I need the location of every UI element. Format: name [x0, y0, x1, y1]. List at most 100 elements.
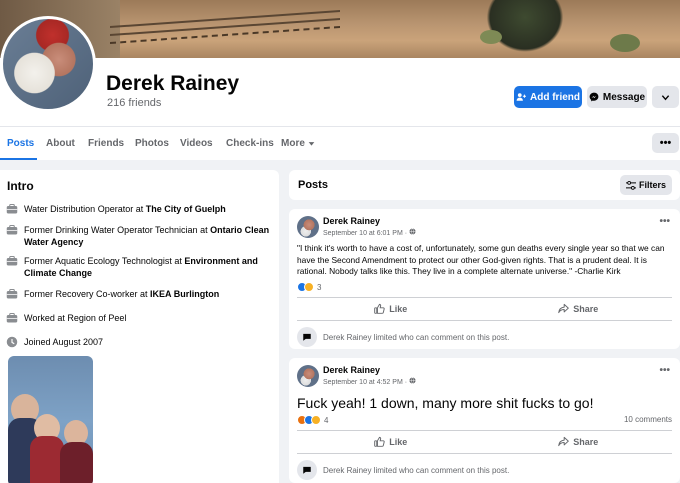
post-options-button[interactable]: ••• — [659, 365, 670, 376]
post-author-avatar[interactable] — [297, 365, 319, 387]
globe-icon — [409, 228, 416, 235]
share-label: Share — [573, 436, 599, 447]
briefcase-icon — [6, 203, 18, 214]
post-timestamp[interactable]: September 10 at 4:52 PM · — [323, 377, 416, 386]
message-button[interactable]: Message — [587, 86, 647, 108]
post-actions: Like Share — [297, 430, 672, 452]
posts-title: Posts — [298, 179, 328, 191]
comment-restriction-text: Derek Rainey limited who can comment on … — [323, 332, 510, 342]
post-date-text: September 10 at 4:52 PM · — [323, 379, 409, 386]
chevron-down-icon — [661, 94, 670, 100]
tab-more[interactable]: More — [281, 138, 315, 149]
photo-child — [60, 442, 93, 483]
post-author-name[interactable]: Derek Rainey — [323, 216, 380, 226]
intro-item: Former Aquatic Ecology Technologist at E… — [6, 255, 272, 279]
intro-item: Water Distribution Operator at The City … — [6, 203, 272, 215]
post-timestamp[interactable]: September 10 at 6:01 PM · — [323, 228, 416, 237]
cover-bush — [480, 30, 502, 44]
briefcase-icon — [6, 288, 18, 299]
tabs-more-options-button[interactable]: ••• — [652, 133, 679, 153]
briefcase-icon — [6, 224, 18, 235]
add-friend-button[interactable]: Add friend — [514, 86, 582, 108]
briefcase-icon — [6, 312, 18, 323]
thumbs-up-icon — [374, 303, 385, 314]
haha-reaction-icon — [311, 415, 321, 425]
like-label: Like — [389, 436, 408, 447]
featured-photo[interactable] — [8, 356, 93, 483]
tab-videos[interactable]: Videos — [180, 138, 213, 149]
post-reactions[interactable]: 4 — [297, 415, 328, 425]
message-label: Message — [602, 91, 646, 103]
profile-more-button[interactable] — [652, 86, 679, 108]
cover-bush — [610, 34, 640, 52]
intro-item-text: Former Drinking Water Operator Technicia… — [24, 225, 211, 235]
add-friend-label: Add friend — [530, 91, 580, 103]
clock-icon — [6, 336, 18, 348]
messenger-icon — [589, 92, 599, 102]
post-reactions[interactable]: 3 — [297, 282, 321, 292]
post-card: Derek Rainey September 10 at 6:01 PM · •… — [289, 209, 680, 349]
intro-item-text: Former Aquatic Ecology Technologist at — [24, 256, 185, 266]
tab-posts[interactable]: Posts — [7, 138, 34, 149]
share-icon — [558, 303, 570, 314]
tab-more-label: More — [281, 138, 305, 149]
intro-item: Former Recovery Co-worker at IKEA Burlin… — [6, 288, 272, 300]
photo-child — [30, 436, 64, 483]
intro-card: Intro Water Distribution Operator at The… — [0, 170, 279, 483]
share-icon — [558, 436, 570, 447]
post-card: Derek Rainey September 10 at 4:52 PM · •… — [289, 358, 680, 483]
intro-item-link[interactable]: The City of Guelph — [146, 204, 226, 214]
post-text: Fuck yeah! 1 down, many more shit fucks … — [297, 395, 594, 411]
cover-photo[interactable] — [0, 0, 680, 58]
intro-item: Former Drinking Water Operator Technicia… — [6, 224, 272, 248]
cover-figure — [480, 0, 570, 58]
filters-button[interactable]: Filters — [620, 175, 672, 195]
comment-icon — [297, 327, 317, 347]
intro-item-text: Joined August 2007 — [24, 337, 104, 347]
like-button[interactable]: Like — [297, 431, 485, 452]
globe-icon — [409, 377, 416, 384]
profile-tabs: Posts About Friends Photos Videos Check-… — [0, 126, 680, 160]
filters-icon — [625, 180, 636, 190]
intro-item-link[interactable]: IKEA Burlington — [150, 289, 219, 299]
reaction-count: 4 — [324, 415, 329, 425]
comment-restriction-notice: Derek Rainey limited who can comment on … — [297, 320, 672, 347]
add-friend-icon — [516, 93, 526, 101]
intro-item: Worked at Region of Peel — [6, 312, 272, 324]
more-dots-icon: ••• — [659, 137, 672, 149]
profile-name: Derek Rainey — [106, 72, 240, 95]
active-tab-indicator — [0, 158, 37, 160]
intro-item-text: Former Recovery Co-worker at — [24, 289, 151, 299]
comment-icon — [297, 460, 317, 480]
like-button[interactable]: Like — [297, 298, 485, 319]
comment-restriction-text: Derek Rainey limited who can comment on … — [323, 465, 510, 475]
tab-check-ins[interactable]: Check-ins — [226, 138, 274, 149]
intro-title: Intro — [7, 179, 34, 193]
intro-item: Joined August 2007 — [6, 336, 272, 348]
post-date-text: September 10 at 6:01 PM · — [323, 230, 409, 237]
share-button[interactable]: Share — [485, 431, 673, 452]
share-button[interactable]: Share — [485, 298, 673, 319]
tab-friends[interactable]: Friends — [88, 138, 124, 149]
tab-about[interactable]: About — [46, 138, 75, 149]
friends-count[interactable]: 216 friends — [107, 97, 161, 109]
post-options-button[interactable]: ••• — [659, 216, 670, 227]
comments-count[interactable]: 10 comments — [624, 415, 672, 424]
filters-label: Filters — [638, 180, 666, 190]
post-author-name[interactable]: Derek Rainey — [323, 365, 380, 375]
thumbs-up-icon — [374, 436, 385, 447]
caret-down-icon — [308, 142, 315, 146]
intro-item-text: Worked at Region of Peel — [24, 313, 127, 323]
post-actions: Like Share — [297, 297, 672, 319]
haha-reaction-icon — [304, 282, 314, 292]
like-label: Like — [389, 303, 408, 314]
reaction-count: 3 — [317, 282, 322, 292]
share-label: Share — [573, 303, 599, 314]
comment-restriction-notice: Derek Rainey limited who can comment on … — [297, 453, 672, 480]
post-text: "I think it's worth to have a cost of, u… — [297, 243, 665, 276]
briefcase-icon — [6, 255, 18, 266]
tab-photos[interactable]: Photos — [135, 138, 169, 149]
intro-item-text: Water Distribution Operator at — [24, 204, 146, 214]
post-author-avatar[interactable] — [297, 216, 319, 238]
profile-avatar[interactable] — [0, 16, 96, 112]
